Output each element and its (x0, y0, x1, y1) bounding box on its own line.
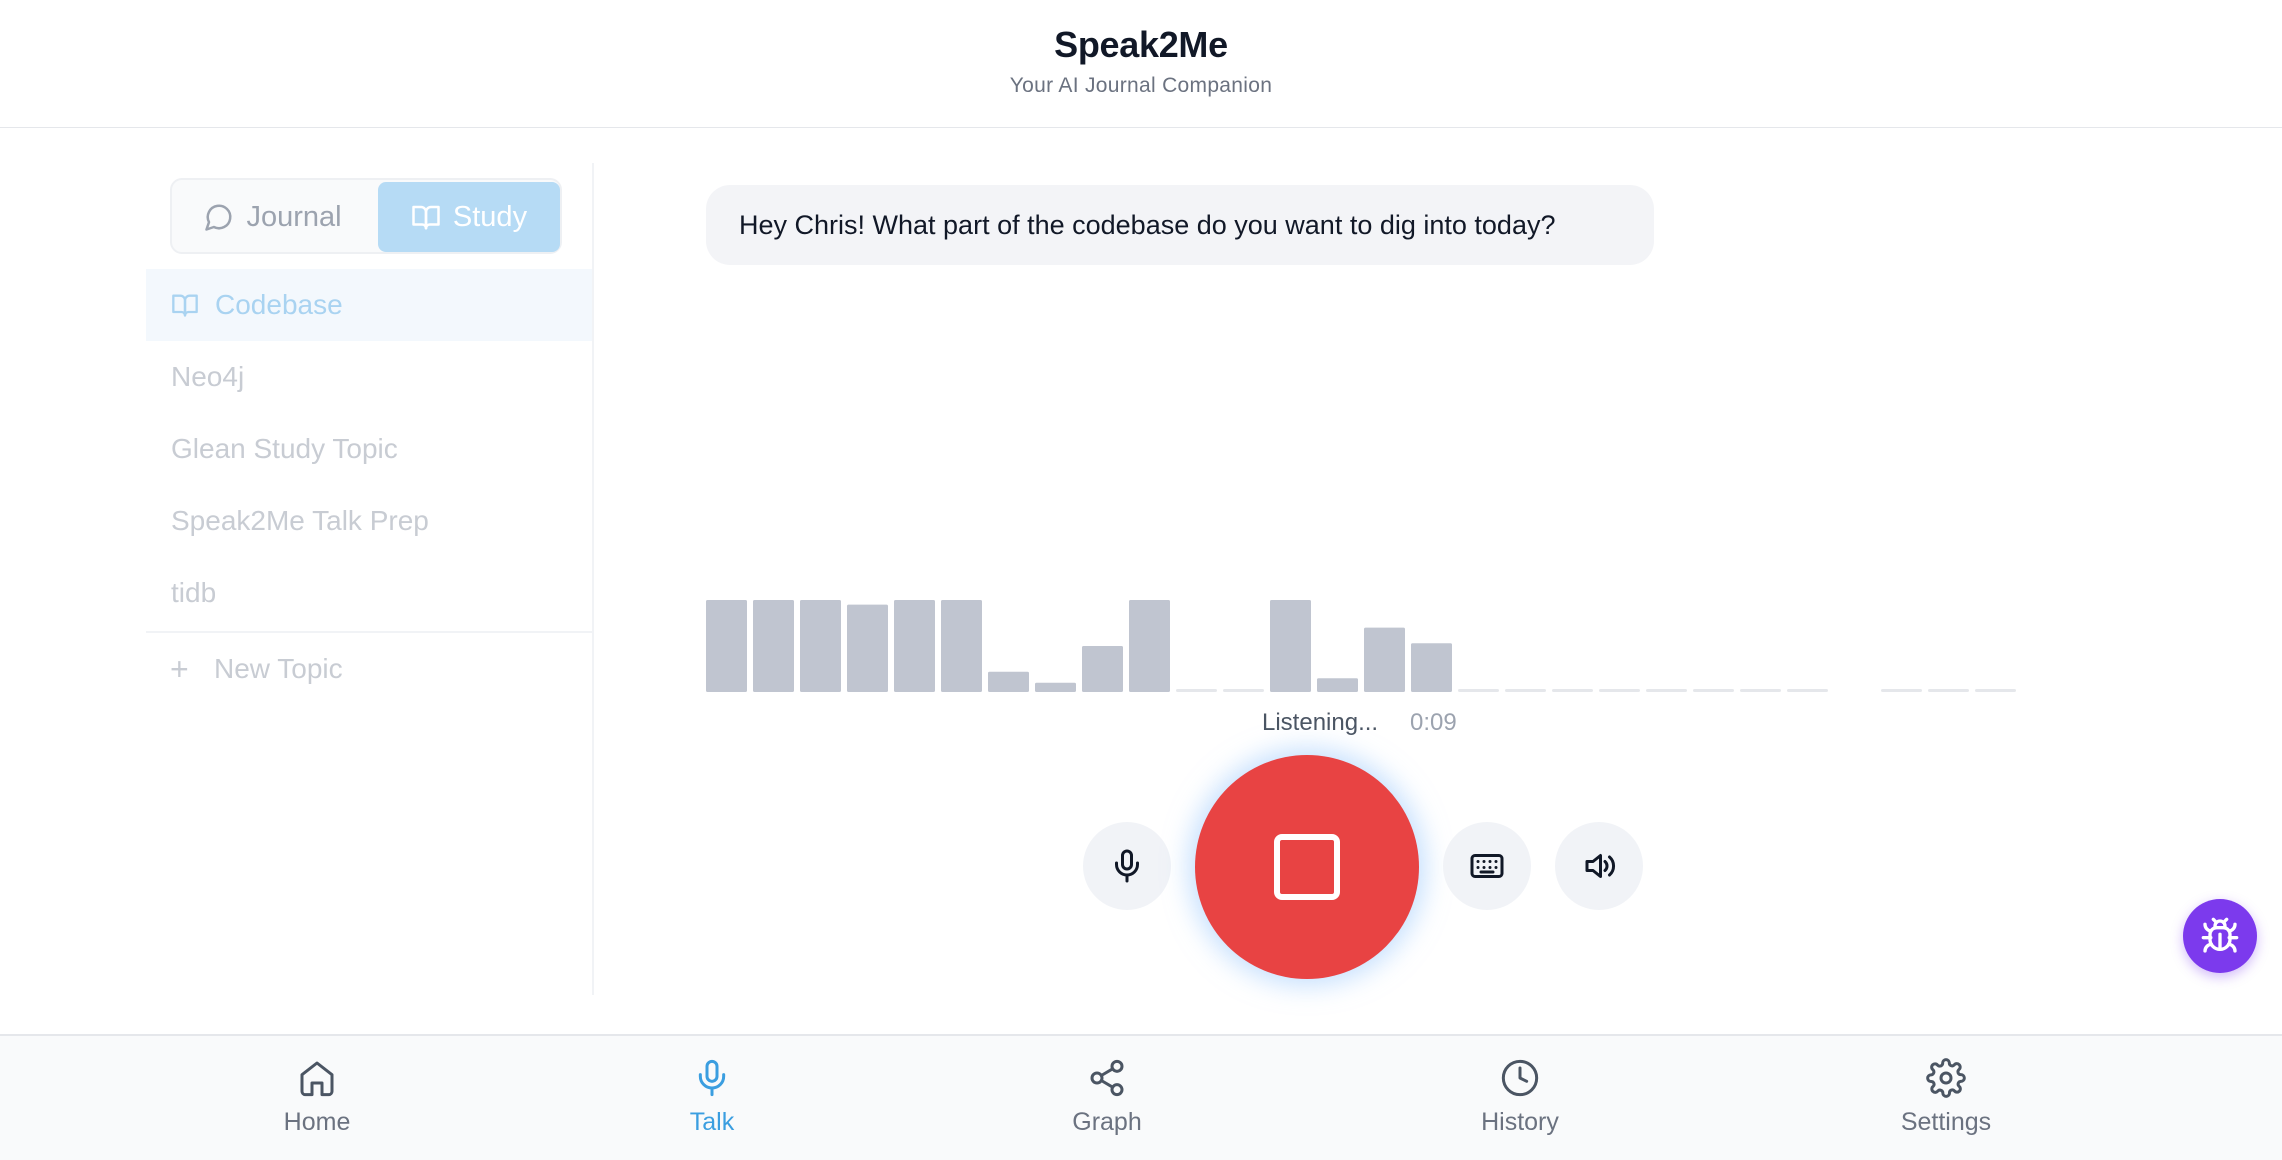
waveform-bar (753, 600, 794, 692)
journal-mode-button[interactable]: Journal (174, 182, 372, 252)
new-topic-label: New Topic (214, 653, 343, 684)
waveform-bar (1270, 600, 1311, 692)
speaker-icon (1585, 854, 1616, 878)
clock-icon (1501, 1059, 1539, 1097)
topic-label: Codebase (215, 289, 343, 320)
study-mode-label: Study (452, 200, 528, 233)
waveform-bars (706, 600, 2016, 692)
waveform-bar (847, 604, 888, 692)
waveform-bar (1599, 689, 1640, 692)
stop-icon (1274, 834, 1340, 900)
waveform-bar (706, 600, 747, 692)
listening-status: Listening... (1262, 709, 1379, 736)
topic-item-talk-prep[interactable]: Speak2Me Talk Prep (146, 485, 592, 557)
book-open-icon (412, 205, 440, 230)
home-icon (300, 1061, 334, 1097)
nav-settings-label: Settings (1900, 1108, 1992, 1136)
waveform-bar (800, 600, 841, 692)
study-mode-button[interactable]: Study (378, 182, 560, 252)
nav-talk[interactable]: Talk (612, 1058, 812, 1137)
plus-icon: + (170, 650, 189, 687)
topic-item-neo4j[interactable]: Neo4j (146, 341, 592, 413)
debug-button[interactable] (2183, 899, 2257, 973)
topic-label: Neo4j (171, 361, 245, 392)
nav-settings[interactable]: Settings (1846, 1058, 2046, 1137)
topic-item-codebase[interactable]: Codebase (146, 269, 592, 341)
share-graph-icon (1090, 1059, 1124, 1097)
waveform-bar (1035, 682, 1076, 692)
chat-bubble-icon (205, 204, 232, 231)
waveform-bar (1411, 643, 1452, 692)
speaker-button[interactable] (1555, 822, 1643, 910)
waveform-bar (1881, 689, 1922, 692)
keyboard-button[interactable] (1443, 822, 1531, 910)
book-open-icon (172, 294, 198, 317)
nav-graph[interactable]: Graph (1007, 1058, 1207, 1137)
waveform-bar (1552, 689, 1593, 692)
topic-label: Speak2Me Talk Prep (171, 505, 429, 536)
nav-home-label: Home (283, 1108, 351, 1136)
audio-waveform (706, 592, 2022, 692)
waveform-bar (1505, 689, 1546, 692)
topic-label: tidb (171, 577, 217, 608)
mic-icon (1115, 849, 1139, 883)
waveform-bar (1787, 689, 1828, 692)
waveform-bar (1317, 678, 1358, 692)
waveform-bar (1928, 689, 1969, 692)
waveform-bar (1364, 627, 1405, 692)
journal-mode-label: Journal (246, 200, 342, 233)
mode-toggle: Journal Study (170, 178, 562, 254)
nav-talk-label: Talk (689, 1108, 735, 1136)
mic-icon (698, 1059, 726, 1097)
gear-icon (1926, 1058, 1966, 1098)
waveform-bar (1646, 689, 1687, 692)
nav-home[interactable]: Home (217, 1058, 417, 1137)
keyboard-icon (1470, 854, 1504, 878)
waveform-bar (941, 600, 982, 692)
nav-graph-label: Graph (1072, 1108, 1142, 1136)
stop-recording-button[interactable] (1195, 755, 1419, 979)
waveform-bar (1740, 689, 1781, 692)
waveform-bar (1129, 600, 1170, 692)
nav-history-label: History (1481, 1108, 1559, 1136)
bottom-nav: Home Talk Graph History Settings (0, 1034, 2282, 1160)
waveform-bar (1223, 689, 1264, 692)
nav-history[interactable]: History (1420, 1058, 1620, 1137)
recording-timer: 0:09 (1410, 709, 1457, 736)
topic-list: Codebase Neo4j Glean Study Topic Speak2M… (146, 269, 592, 705)
new-topic-button[interactable]: + New Topic (146, 633, 592, 705)
app-header: Speak2Me Your AI Journal Companion (0, 0, 2282, 128)
waveform-bar (988, 671, 1029, 692)
waveform-bar (1082, 646, 1123, 692)
bug-icon (2201, 917, 2239, 953)
assistant-message-bubble: Hey Chris! What part of the codebase do … (706, 185, 1654, 265)
waveform-bar (1176, 689, 1217, 692)
waveform-bar (894, 600, 935, 692)
assistant-message-text: Hey Chris! What part of the codebase do … (739, 209, 1556, 240)
topic-label: Glean Study Topic (171, 433, 398, 464)
sidebar: Journal Study Codebase Neo4j Glean Study… (146, 163, 594, 995)
waveform-bar (1975, 689, 2016, 692)
waveform-bar (1693, 689, 1734, 692)
app-title: Speak2Me (1054, 24, 1228, 65)
mic-button[interactable] (1083, 822, 1171, 910)
topic-item-glean[interactable]: Glean Study Topic (146, 413, 592, 485)
topic-item-tidb[interactable]: tidb (146, 557, 592, 629)
app-subtitle: Your AI Journal Companion (1009, 74, 1273, 97)
waveform-bar (1458, 689, 1499, 692)
